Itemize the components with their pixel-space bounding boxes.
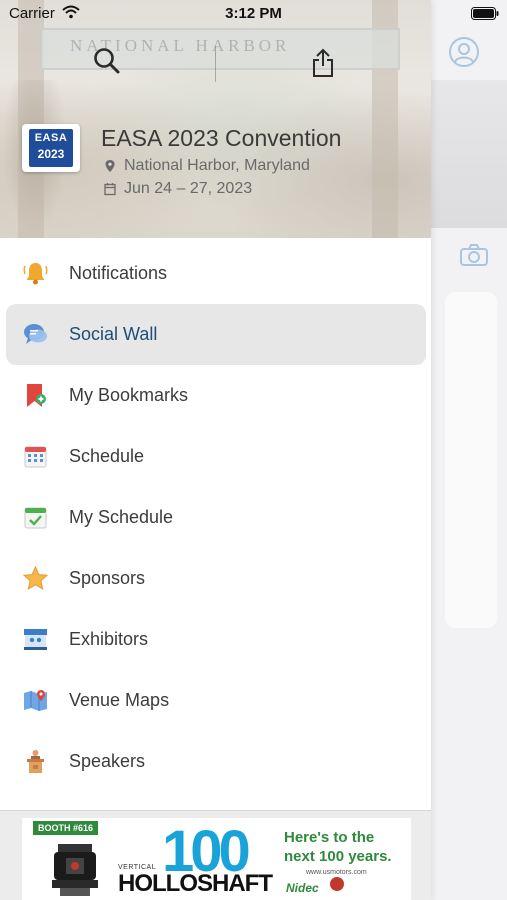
menu-label-my-bookmarks: My Bookmarks [69, 385, 189, 405]
ad-tagline-line1: Here's to the [284, 829, 375, 846]
menu-item-exhibitors[interactable]: Exhibitors [0, 609, 431, 670]
booth-icon [24, 629, 47, 650]
event-dates: Jun 24 – 27, 2023 [104, 180, 252, 198]
drawer-menu: Notifications Social Wall My Bookmarks S… [0, 243, 431, 792]
motor-product-image [52, 844, 98, 896]
camera-icon[interactable] [459, 243, 489, 267]
clock: 3:12 PM [225, 5, 282, 22]
location-pin-icon [105, 160, 115, 172]
ad-seal-icon [330, 877, 344, 891]
hero-divider [215, 46, 216, 82]
battery-icon [471, 7, 499, 20]
menu-item-sponsors[interactable]: Sponsors [0, 548, 431, 609]
event-dates-text: Jun 24 – 27, 2023 [124, 180, 253, 197]
bell-icon [23, 263, 48, 285]
calendar-icon [24, 446, 47, 468]
podium-icon [27, 750, 44, 773]
calendar-small-icon [104, 183, 116, 196]
menu-item-notifications[interactable]: Notifications [0, 243, 431, 304]
event-location: National Harbor, Maryland [104, 157, 310, 175]
share-icon[interactable] [311, 48, 335, 78]
menu-item-venue-maps[interactable]: Venue Maps [0, 670, 431, 731]
ad-url: www.usmotors.com [306, 869, 367, 876]
menu-item-my-schedule[interactable]: My Schedule [0, 487, 431, 548]
menu-item-my-bookmarks[interactable]: My Bookmarks [0, 365, 431, 426]
menu-item-speakers[interactable]: Speakers [0, 731, 431, 792]
menu-label-speakers: Speakers [69, 751, 146, 771]
chat-bubbles-icon [24, 324, 47, 344]
logo-text: EASA [34, 132, 68, 144]
profile-icon[interactable] [448, 36, 480, 68]
ad-sponsor-logo: Nidec [286, 881, 319, 895]
menu-label-sponsors: Sponsors [69, 568, 146, 588]
calendar-check-icon [24, 507, 47, 529]
sponsor-ad-banner[interactable]: BOOTH #616 VERTICAL 100 HOLLOSHAFT Here'… [22, 818, 411, 900]
menu-label-my-schedule: My Schedule [69, 507, 174, 527]
logo-year: 2023 [37, 147, 65, 161]
ad-tagline-line2: next 100 years. [284, 848, 392, 865]
menu-item-schedule[interactable]: Schedule [0, 426, 431, 487]
status-bar: Carrier 3:12 PM [0, 0, 507, 28]
map-icon [24, 690, 47, 711]
star-icon [22, 565, 49, 591]
hero-overlay [0, 0, 431, 238]
menu-label-notifications: Notifications [69, 263, 168, 283]
event-location-text: National Harbor, Maryland [124, 157, 310, 174]
menu-label-exhibitors: Exhibitors [69, 629, 149, 649]
menu-label-venue-maps: Venue Maps [69, 690, 170, 710]
menu-item-social-wall[interactable]: Social Wall [0, 304, 431, 365]
ad-booth-badge: BOOTH #616 [33, 821, 99, 835]
search-icon[interactable] [92, 46, 122, 76]
ad-brand-name: HOLLOSHAFT [118, 870, 273, 897]
bookmark-icon [27, 384, 46, 407]
event-title: EASA 2023 Convention [101, 125, 342, 151]
menu-label-schedule: Schedule [69, 446, 145, 466]
event-hero: NATIONAL HARBOR [0, 0, 431, 238]
event-logo: EASA 2023 [22, 124, 80, 172]
background-card [445, 292, 497, 628]
background-hero [431, 80, 507, 228]
menu-label-social-wall: Social Wall [69, 324, 158, 344]
side-drawer: NATIONAL HARBOR EASA 2023 EASA 2023 Conv… [0, 0, 431, 900]
